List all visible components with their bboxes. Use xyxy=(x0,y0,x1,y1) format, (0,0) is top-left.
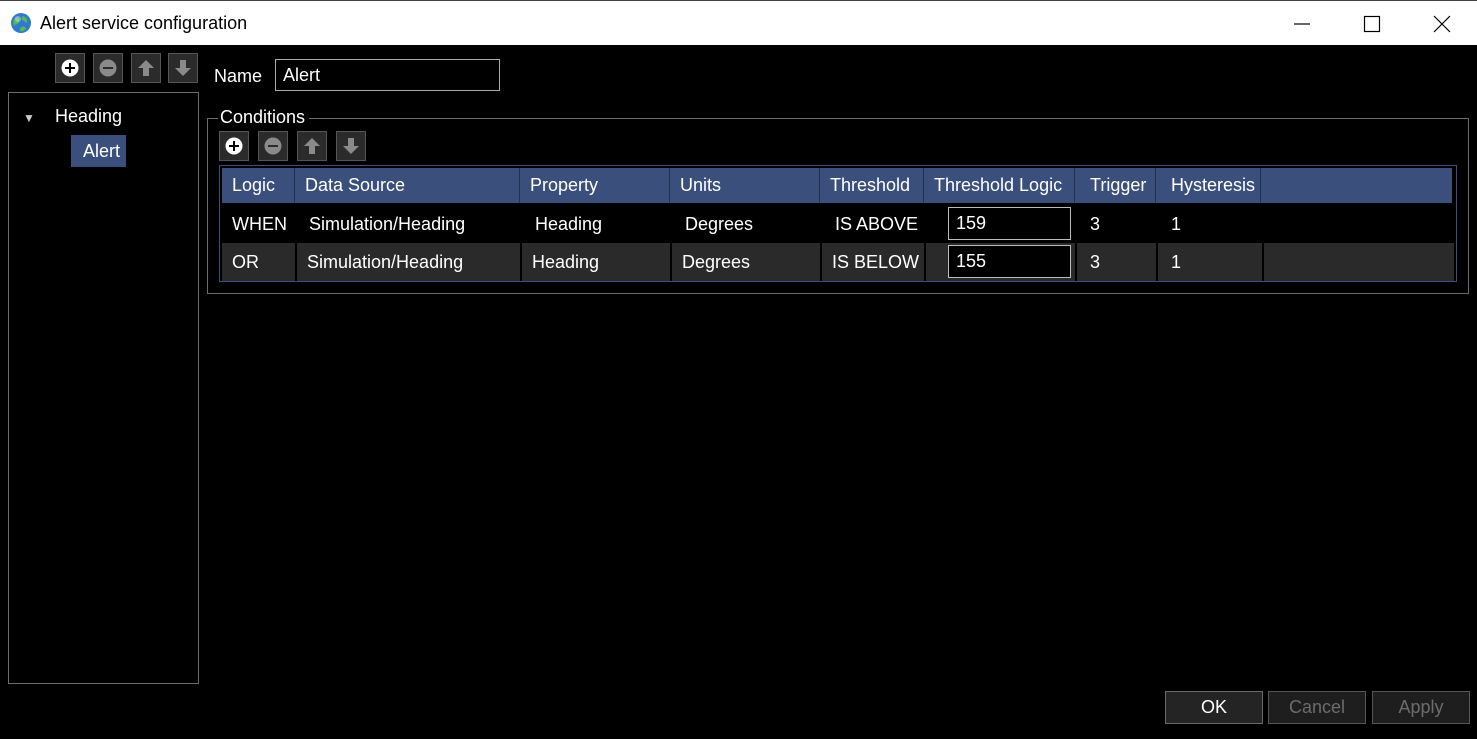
column-header-logic[interactable]: Logic xyxy=(222,168,295,203)
table-row[interactable]: OR Simulation/Heading Heading Degrees IS… xyxy=(222,243,1454,281)
column-header-threshold[interactable]: Threshold xyxy=(820,168,924,203)
name-input[interactable] xyxy=(275,59,500,91)
cell-threshold: IS BELOW xyxy=(822,243,926,281)
column-header-trigger[interactable]: Trigger xyxy=(1075,168,1156,203)
cell-trigger: 3 xyxy=(1077,243,1158,281)
minus-circle-icon xyxy=(264,137,282,155)
arrow-up-icon xyxy=(138,60,154,76)
cell-data-source: Simulation/Heading xyxy=(297,243,522,281)
plus-circle-icon xyxy=(61,59,79,77)
plus-circle-icon xyxy=(225,137,243,155)
cell-property: Heading xyxy=(535,214,603,234)
cell-logic: OR xyxy=(222,243,297,281)
cell-units: Degrees xyxy=(685,214,754,234)
name-label: Name xyxy=(214,66,263,86)
cell-logic: WHEN xyxy=(232,214,287,234)
cell-trigger: 3 xyxy=(1090,214,1101,234)
cancel-button[interactable]: Cancel xyxy=(1268,691,1366,724)
condition-move-down-button[interactable] xyxy=(336,131,366,161)
cell-threshold: IS ABOVE xyxy=(835,214,919,234)
condition-move-up-button[interactable] xyxy=(297,131,327,161)
conditions-title: Conditions xyxy=(218,107,310,128)
alert-tree: ▼ Heading Alert xyxy=(8,92,199,684)
tree-move-up-button[interactable] xyxy=(131,53,161,83)
arrow-down-icon xyxy=(343,138,359,154)
tree-item-alert[interactable]: Alert xyxy=(71,135,126,167)
ok-button[interactable]: OK xyxy=(1165,691,1263,724)
apply-button[interactable]: Apply xyxy=(1372,691,1470,724)
minus-circle-icon xyxy=(99,59,117,77)
column-header-hysteresis[interactable]: Hysteresis xyxy=(1156,168,1261,203)
globe-icon xyxy=(11,13,31,33)
arrow-down-icon xyxy=(175,60,191,76)
tree-remove-button[interactable] xyxy=(93,53,123,83)
tree-move-down-button[interactable] xyxy=(168,53,198,83)
close-button[interactable] xyxy=(1407,1,1477,46)
maximize-button[interactable] xyxy=(1337,1,1407,46)
title-bar: Alert service configuration xyxy=(0,0,1477,45)
tree-group-heading[interactable]: Heading xyxy=(55,106,122,127)
tree-add-button[interactable] xyxy=(55,53,85,83)
cell-hysteresis: 1 xyxy=(1171,214,1182,234)
close-icon xyxy=(1433,15,1451,33)
minimize-icon xyxy=(1294,23,1310,25)
triangle-down-icon[interactable]: ▼ xyxy=(23,111,35,125)
column-header-threshold-logic[interactable]: Threshold Logic xyxy=(924,168,1075,203)
minimize-button[interactable] xyxy=(1267,1,1337,46)
column-header-property[interactable]: Property xyxy=(520,168,670,203)
threshold-logic-input[interactable] xyxy=(948,245,1071,278)
cell-units: Degrees xyxy=(672,243,822,281)
grid-header: Logic Data Source Property Units Thresho… xyxy=(222,168,1452,203)
cell-hysteresis: 1 xyxy=(1158,243,1264,281)
cell-data-source: Simulation/Heading xyxy=(309,214,466,234)
column-header-units[interactable]: Units xyxy=(670,168,820,203)
window-title: Alert service configuration xyxy=(40,13,248,33)
column-header-data-source[interactable]: Data Source xyxy=(295,168,520,203)
arrow-up-icon xyxy=(304,138,320,154)
threshold-logic-input[interactable] xyxy=(948,207,1071,240)
table-row[interactable]: WHEN Simulation/Heading Heading Degrees … xyxy=(222,205,1454,243)
maximize-icon xyxy=(1363,15,1381,33)
condition-remove-button[interactable] xyxy=(258,131,288,161)
cell-property: Heading xyxy=(522,243,672,281)
condition-add-button[interactable] xyxy=(219,131,249,161)
